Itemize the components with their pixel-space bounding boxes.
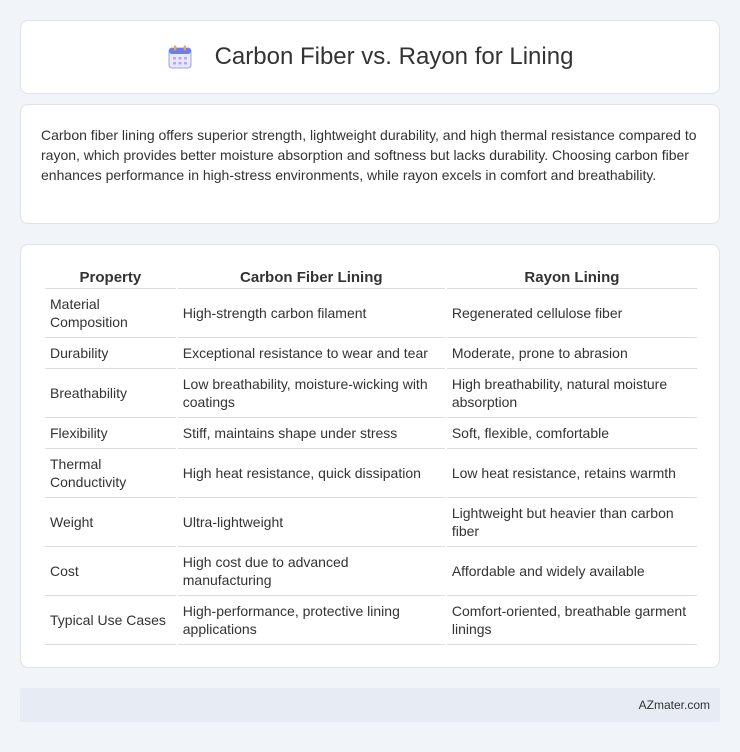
property-cell: Durability xyxy=(45,338,176,369)
property-cell: Material Composition xyxy=(45,289,176,338)
table-row: Typical Use Cases High-performance, prot… xyxy=(45,596,697,645)
property-cell: Cost xyxy=(45,547,176,596)
footer-site-name: AZmater.com xyxy=(638,698,710,712)
intro-card: Carbon fiber lining offers superior stre… xyxy=(20,104,720,224)
table-row: Breathability Low breathability, moistur… xyxy=(45,369,697,418)
rayon-cell: High breathability, natural moisture abs… xyxy=(446,369,697,418)
table-row: Thermal Conductivity High heat resistanc… xyxy=(45,449,697,498)
carbon-fiber-cell: High-strength carbon filament xyxy=(177,289,445,338)
column-header-property: Property xyxy=(45,263,176,289)
carbon-fiber-cell: Exceptional resistance to wear and tear xyxy=(177,338,445,369)
carbon-fiber-cell: High cost due to advanced manufacturing xyxy=(177,547,445,596)
property-cell: Flexibility xyxy=(45,418,176,449)
rayon-cell: Low heat resistance, retains warmth xyxy=(446,449,697,498)
carbon-fiber-cell: Stiff, maintains shape under stress xyxy=(177,418,445,449)
table-row: Flexibility Stiff, maintains shape under… xyxy=(45,418,697,449)
calendar-icon xyxy=(167,44,193,70)
column-header-rayon: Rayon Lining xyxy=(446,263,697,289)
rayon-cell: Lightweight but heavier than carbon fibe… xyxy=(446,498,697,547)
intro-text: Carbon fiber lining offers superior stre… xyxy=(41,127,697,183)
rayon-cell: Comfort-oriented, breathable garment lin… xyxy=(446,596,697,645)
title-card: Carbon Fiber vs. Rayon for Lining xyxy=(20,20,720,94)
column-header-carbon-fiber: Carbon Fiber Lining xyxy=(177,263,445,289)
carbon-fiber-cell: Low breathability, moisture-wicking with… xyxy=(177,369,445,418)
rayon-cell: Regenerated cellulose fiber xyxy=(446,289,697,338)
property-cell: Breathability xyxy=(45,369,176,418)
rayon-cell: Moderate, prone to abrasion xyxy=(446,338,697,369)
property-cell: Thermal Conductivity xyxy=(45,449,176,498)
page-title: Carbon Fiber vs. Rayon for Lining xyxy=(214,43,574,70)
carbon-fiber-cell: High-performance, protective lining appl… xyxy=(177,596,445,645)
carbon-fiber-cell: Ultra-lightweight xyxy=(177,498,445,547)
carbon-fiber-cell: High heat resistance, quick dissipation xyxy=(177,449,445,498)
property-cell: Weight xyxy=(45,498,176,547)
table-row: Material Composition High-strength carbo… xyxy=(45,289,697,338)
footer-bar: AZmater.com xyxy=(20,688,720,722)
table-row: Cost High cost due to advanced manufactu… xyxy=(45,547,697,596)
table-row: Weight Ultra-lightweight Lightweight but… xyxy=(45,498,697,547)
table-header-row: Property Carbon Fiber Lining Rayon Linin… xyxy=(45,263,697,289)
property-cell: Typical Use Cases xyxy=(45,596,176,645)
rayon-cell: Soft, flexible, comfortable xyxy=(446,418,697,449)
comparison-table: Property Carbon Fiber Lining Rayon Linin… xyxy=(43,263,699,645)
table-row: Durability Exceptional resistance to wea… xyxy=(45,338,697,369)
comparison-table-card: Property Carbon Fiber Lining Rayon Linin… xyxy=(20,244,720,668)
rayon-cell: Affordable and widely available xyxy=(446,547,697,596)
